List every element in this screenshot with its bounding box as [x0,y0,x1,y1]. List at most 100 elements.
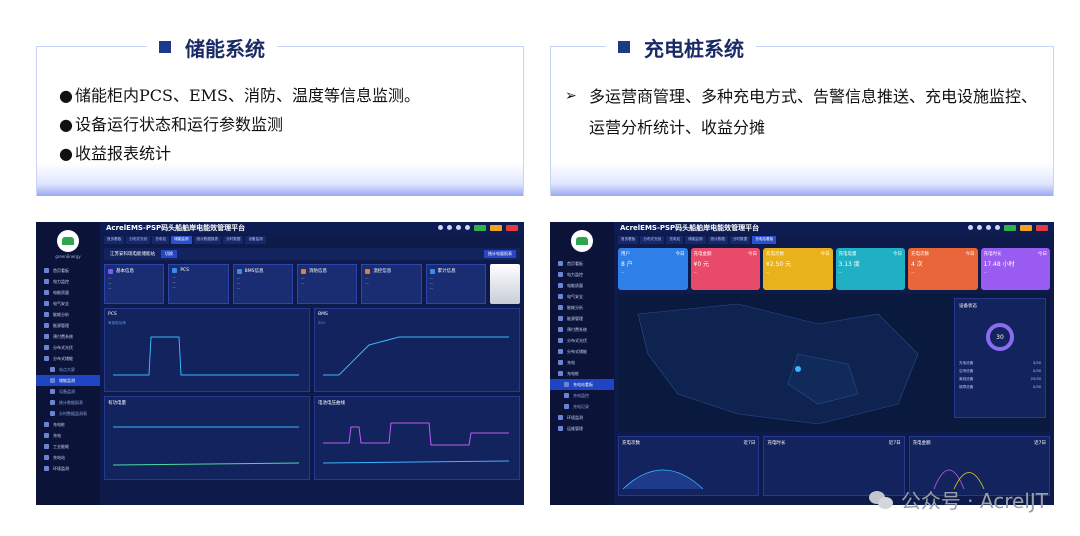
bullet-item: ● 收益报表统计 [59,139,513,168]
settings-icon [465,225,470,230]
sidebar-item[interactable]: 首页看板 [36,265,100,276]
page: 储能系统 ● 储能柜内PCS、EMS、消防、温度等信息监测。 ● 设备运行状态和运行… [0,0,1080,536]
bullet-item: ● 设备运行状态和运行参数监测 [59,110,513,139]
square-bullet-icon [618,41,630,53]
station-map[interactable]: 设备状态 30 充电设备 3/30 空闲设备 0/30 离线设备 25/30 故障设备… [618,294,1050,432]
sidebar-item[interactable]: 充电 [36,430,100,441]
sidebar-item[interactable]: 电能质量 [550,280,614,291]
device-status-panel: 设备状态 30 充电设备 3/30 空闲设备 0/30 离线设备 25/30 故障设备… [954,298,1046,418]
info-card: 温控信息 — — [361,264,422,304]
kpi-card: 充电电量 今日 3.13 度 — [835,248,905,290]
tab[interactable]: 统计数据 [707,236,728,244]
sidebar-item[interactable]: 环境监测 [36,463,100,474]
sidebar-item[interactable]: 充电监控 [550,390,614,401]
info-card: 基本信息 — — — [104,264,165,304]
sidebar-item[interactable]: 预付费系统 [36,331,100,342]
tab[interactable]: 首页看板 [104,236,125,244]
energy-storage-screenshot: greenEnergy 首页看板 电力监控 电能质量 电气安全 能耗分析 能源管理 预付费系… [36,222,524,505]
charging-pile-screenshot: 首页看板 电力监控 电能质量 电气安全 能耗分析 能源管理 预付费系统 分布式光伏 分布式储能充… [550,222,1054,505]
menu-icon [558,338,563,343]
sidebar-item[interactable]: 首页看板 [550,258,614,269]
voltage-chart: 电池电压曲线 [314,396,520,480]
energy-storage-panel: 储能系统 ● 储能柜内PCS、EMS、消防、温度等信息监测。 ● 设备运行状态和运行… [36,33,524,196]
sidebar: greenEnergy 首页看板 电力监控 电能质量 电气安全 能耗分析 能源管理 预付费系… [36,222,100,505]
sidebar-item[interactable]: 预付费系统 [550,324,614,335]
menu-icon [44,345,49,350]
report-button[interactable]: 统计电量报表 [484,250,516,258]
bullet-item: ● 储能柜内PCS、EMS、消防、温度等信息监测。 [59,81,513,110]
tab[interactable]: 分布式光伏 [126,236,151,244]
menu-icon [44,312,49,317]
menu-icon [564,382,569,387]
sidebar-item[interactable]: 电气安全 [550,291,614,302]
main-content: 江苏安科瑞电能储能站 切换 统计电量报表 基本信息 — — — PCS — — — BMS信… [104,248,520,503]
sidebar-item[interactable]: 环境监测 [550,412,614,423]
arrow-icon: ➢ [565,88,577,104]
tab-strip[interactable]: 首页看板 分布式光伏 充电站 储能监测 统计数据报表 分时数据 设备监测 [100,236,524,244]
menu-icon [44,433,49,438]
tab[interactable]: 充电站看板 [752,236,777,244]
status-badge [506,225,518,231]
tab[interactable]: 统计数据报表 [193,236,222,244]
tab[interactable]: 分时数据 [729,236,751,244]
menu-icon [44,356,49,361]
sidebar-item[interactable]: 分布式储能 [36,353,100,364]
search-icon [968,225,973,230]
tab[interactable]: 分时数据 [223,236,244,244]
sidebar-item[interactable]: 电力监控 [36,276,100,287]
globe-icon [977,225,982,230]
status-ring-chart: 30 [986,323,1014,351]
sidebar-item[interactable]: 站点大屏 [36,364,100,375]
tab-strip[interactable]: 首页看板 分布式光伏 充电站 储能监测 统计数据 分时数据 充电站看板 [614,236,1054,244]
dot-icon: ● [59,86,73,105]
sidebar-item[interactable]: 分布式光伏 [36,342,100,353]
menu-icon [558,371,563,376]
sidebar-item[interactable]: 分布式储能 [550,346,614,357]
charging-pile-title: 充电桩系统 [606,33,756,61]
menu-icon [50,389,55,394]
charging-pile-panel: 充电桩系统 ➢ 多运营商管理、多种充电方式、告警信息推送、充电设施监控、运营分析… [550,33,1054,196]
station-name: 江苏安科瑞电能储能站 [110,252,155,257]
kpi-card: 充电金额 今日 ¥0 元 — [690,248,760,290]
menu-icon [558,360,563,365]
location-pin-icon [795,366,801,372]
tab[interactable]: 储能监测 [685,236,706,244]
wechat-watermark: 公众号 · AcrelJT [868,485,1048,514]
sidebar-item[interactable]: 能耗分析 [36,309,100,320]
menu-icon [50,367,55,372]
sidebar-item[interactable]: 运维管理 [550,423,614,434]
sidebar-item[interactable]: 能源管理 [36,320,100,331]
sidebar-item[interactable]: 统计数据报表 [36,397,100,408]
tab[interactable]: 分布式光伏 [640,236,665,244]
sidebar: 首页看板 电力监控 电能质量 电气安全 能耗分析 能源管理 预付费系统 分布式光伏 分布式储能充… [550,222,614,505]
menu-icon [44,290,49,295]
switch-button[interactable]: 切换 [161,250,177,258]
sidebar-item[interactable]: 设备监测 [36,386,100,397]
tab[interactable]: 设备监测 [245,236,266,244]
sidebar-item[interactable]: 充电站 [36,452,100,463]
info-card: PCS — — — [168,264,229,304]
charging-pile-bullets: ➢ 多运营商管理、多种充电方式、告警信息推送、充电设施监控、运营分析统计、收益分… [565,81,1043,143]
tab[interactable]: 充电站 [152,236,170,244]
tab[interactable]: 储能监测 [171,236,192,244]
sidebar-item[interactable]: 储能监测 [36,375,100,386]
bms-line-chart [323,336,509,376]
sidebar-item[interactable]: 充电站看板 [550,379,614,390]
sidebar-item[interactable]: 能耗分析 [550,302,614,313]
sidebar-item[interactable]: 分时数据监测表 [36,408,100,419]
sidebar-item[interactable]: 分布式光伏 [550,335,614,346]
sidebar-item[interactable]: 工业能耗 [36,441,100,452]
menu-icon [558,283,563,288]
sidebar-item[interactable]: 能源管理 [550,313,614,324]
tab[interactable]: 充电站 [666,236,684,244]
sidebar-item[interactable]: 充电 [550,357,614,368]
tab[interactable]: 首页看板 [618,236,639,244]
sidebar-item[interactable]: 充电记录 [550,401,614,412]
sidebar-item[interactable]: 充电桩 [550,368,614,379]
sidebar-item[interactable]: 电能质量 [36,287,100,298]
sidebar-item[interactable]: 电气安全 [36,298,100,309]
menu-icon [558,272,563,277]
sidebar-item[interactable]: 充电桩 [36,419,100,430]
menu-icon [558,327,563,332]
sidebar-item[interactable]: 电力监控 [550,269,614,280]
